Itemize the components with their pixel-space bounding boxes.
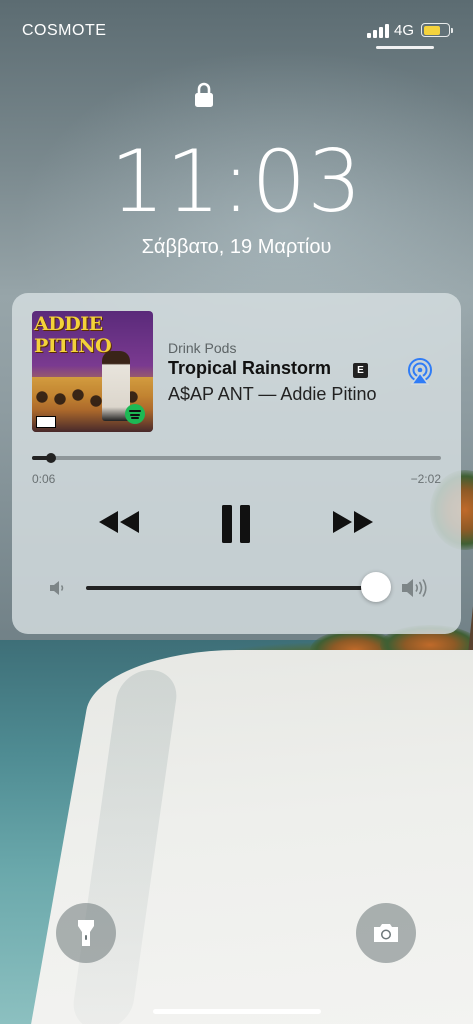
lock-screen-time: 11:03 bbox=[110, 132, 363, 232]
battery-icon bbox=[421, 23, 453, 37]
fast-forward-button[interactable] bbox=[331, 509, 375, 535]
airplay-icon[interactable] bbox=[406, 357, 434, 385]
track-artist-album: A$AP ANT — Addie Pitino bbox=[168, 384, 377, 404]
flashlight-button[interactable] bbox=[56, 903, 116, 963]
camera-icon bbox=[374, 924, 398, 942]
volume-slider-knob[interactable] bbox=[361, 572, 391, 602]
pause-icon bbox=[222, 505, 250, 543]
rewind-icon bbox=[99, 511, 139, 533]
track-title: Tropical Rainstorm bbox=[168, 358, 332, 378]
volume-slider[interactable] bbox=[86, 586, 376, 590]
playback-scrubber[interactable] bbox=[32, 453, 441, 463]
pause-button[interactable] bbox=[221, 505, 251, 543]
now-playing-source: Drink Pods bbox=[168, 340, 237, 356]
network-type: 4G bbox=[394, 22, 415, 39]
parental-advisory-label bbox=[36, 416, 56, 428]
signal-strength-icon bbox=[367, 24, 389, 38]
now-playing-widget[interactable]: ADDIE PITINO Drink Pods Tropical Rainsto… bbox=[12, 293, 461, 634]
album-artwork-title: ADDIE PITINO bbox=[34, 313, 112, 357]
status-bar: COSMOTE 4G bbox=[0, 0, 473, 60]
fast-forward-icon bbox=[333, 511, 373, 533]
rewind-button[interactable] bbox=[97, 509, 141, 535]
home-indicator[interactable] bbox=[153, 1009, 321, 1014]
playback-scrubber-knob[interactable] bbox=[46, 453, 57, 463]
carrier-name: COSMOTE bbox=[22, 22, 107, 39]
album-artwork[interactable]: ADDIE PITINO bbox=[32, 311, 153, 432]
lock-screen-date: Σάββατο, 19 Μαρτίου bbox=[141, 236, 332, 258]
camera-button[interactable] bbox=[356, 903, 416, 963]
speaker-high-icon bbox=[400, 577, 430, 599]
elapsed-time: 0:06 bbox=[32, 472, 56, 486]
spotify-icon bbox=[125, 404, 145, 424]
lock-icon bbox=[194, 82, 214, 108]
control-center-grabber[interactable] bbox=[376, 46, 434, 49]
explicit-badge: E bbox=[353, 363, 368, 378]
flashlight-icon bbox=[78, 920, 94, 946]
speaker-low-icon bbox=[48, 579, 66, 597]
remaining-time: −2:02 bbox=[410, 472, 441, 486]
